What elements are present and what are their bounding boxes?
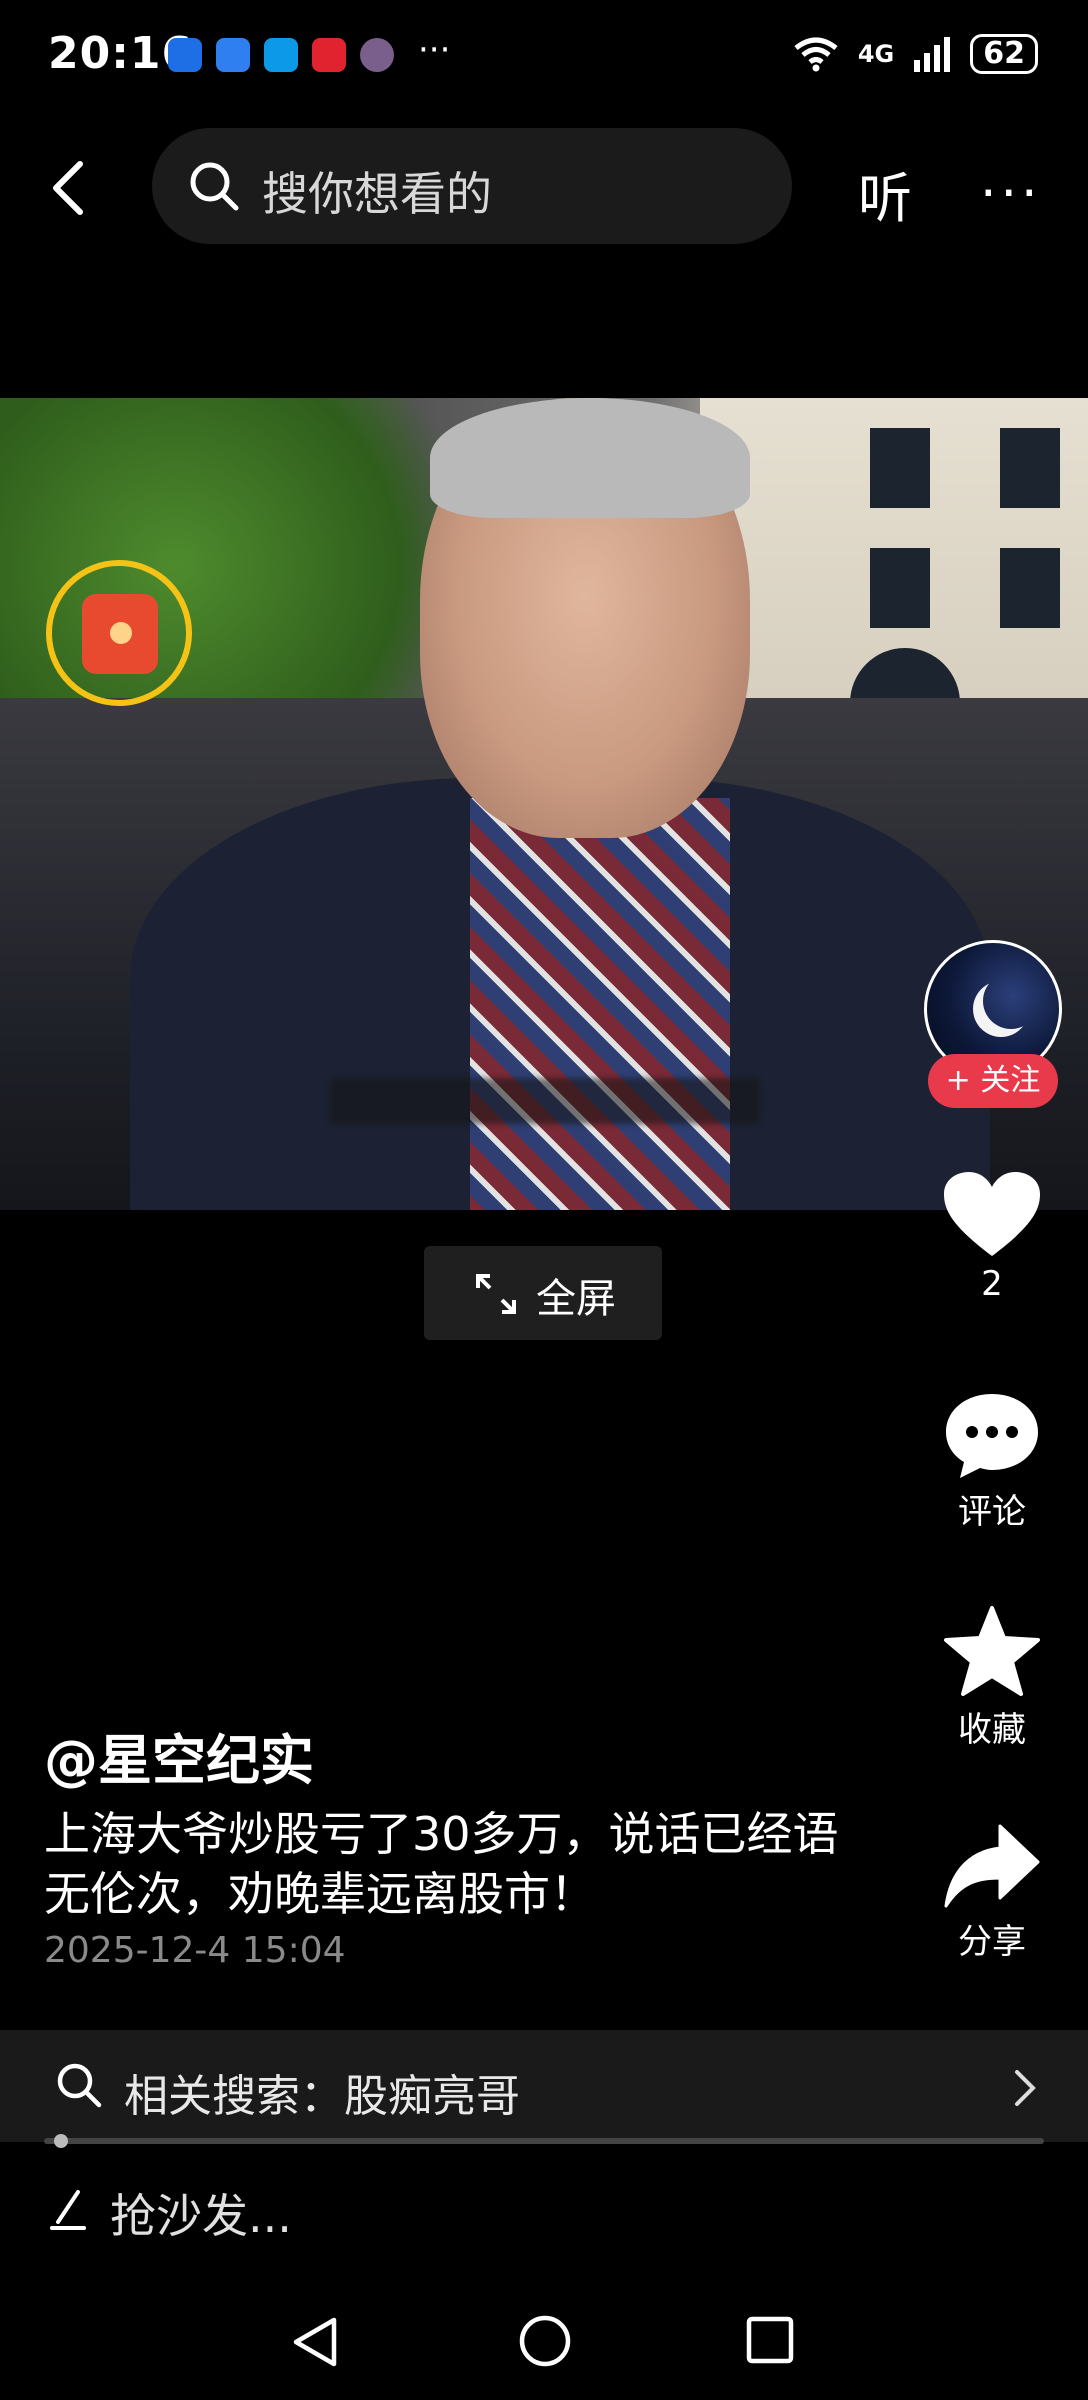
- red-envelope-icon: [82, 594, 158, 674]
- app-icon: [264, 38, 298, 72]
- app-icon: [168, 38, 202, 72]
- listen-button[interactable]: 听: [858, 154, 912, 233]
- chevron-right-icon: [1015, 2070, 1036, 2106]
- publish-date: 2025-12-4 15:04: [44, 1930, 346, 1971]
- search-icon: [57, 2063, 102, 2108]
- share-arrow-icon: [944, 1824, 1040, 1908]
- app-icon: [360, 38, 394, 72]
- search-placeholder: 搜你想看的: [262, 167, 492, 221]
- more-options-button[interactable]: ···: [980, 164, 1042, 224]
- system-indicators: 4G 62: [792, 34, 1038, 74]
- chevron-left-icon[interactable]: [44, 160, 94, 216]
- burned-subtitle-blur: [330, 1078, 760, 1124]
- comment-input[interactable]: 抢沙发...: [110, 2180, 292, 2246]
- like-count: 2: [981, 1264, 1003, 1304]
- share-button[interactable]: 分享: [912, 1820, 1072, 1963]
- comment-button[interactable]: 评论: [912, 1390, 1072, 1533]
- nav-home-icon[interactable]: [518, 2314, 572, 2368]
- search-input[interactable]: 搜你想看的: [152, 128, 792, 244]
- nav-recents-icon[interactable]: [746, 2316, 794, 2364]
- progress-handle[interactable]: [54, 2134, 68, 2148]
- related-search-text: 相关搜索：股痴亮哥: [124, 2071, 520, 2122]
- heart-icon: [944, 1172, 1040, 1256]
- comment-label: 评论: [958, 1492, 1026, 1532]
- signal-icon: [914, 37, 951, 72]
- star-icon: [944, 1606, 1040, 1696]
- nav-back-icon[interactable]: [290, 2314, 340, 2370]
- fullscreen-button[interactable]: 全屏: [424, 1246, 662, 1340]
- video-subject-hair: [430, 398, 750, 518]
- red-envelope-reward-button[interactable]: [46, 560, 192, 706]
- app-icon: [312, 38, 346, 72]
- comment-icon: [946, 1394, 1038, 1478]
- app-icon: [216, 38, 250, 72]
- status-bar: 20:16 ··· 4G 62: [0, 0, 1088, 110]
- author-handle[interactable]: @星空纪实: [44, 1716, 314, 1795]
- network-type: 4G: [857, 40, 895, 68]
- moon-icon: [983, 973, 1039, 1029]
- battery-level: 62: [970, 34, 1038, 74]
- favorite-label: 收藏: [958, 1710, 1026, 1750]
- share-label: 分享: [958, 1922, 1026, 1962]
- video-progress-bar[interactable]: [44, 2134, 1044, 2148]
- search-icon: [190, 162, 239, 211]
- more-notifications: ···: [418, 30, 451, 70]
- follow-button[interactable]: + 关注: [928, 1054, 1058, 1108]
- pen-icon: [50, 2190, 86, 2230]
- video-subject-shirt: [470, 798, 730, 1210]
- favorite-button[interactable]: 收藏: [912, 1604, 1072, 1751]
- video-description: 上海大爷炒股亏了30多万，说话已经语无伦次，劝晚辈远离股市！: [44, 1807, 839, 1921]
- like-button[interactable]: 2: [912, 1170, 1072, 1304]
- fullscreen-label: 全屏: [536, 1276, 616, 1322]
- video-player[interactable]: [0, 398, 1088, 1210]
- wifi-icon: [794, 37, 838, 72]
- expand-icon: [476, 1274, 516, 1314]
- related-search-bar[interactable]: 相关搜索：股痴亮哥: [0, 2030, 1088, 2142]
- system-navigation-bar: [0, 2290, 1088, 2400]
- notification-app-icons: [168, 38, 394, 72]
